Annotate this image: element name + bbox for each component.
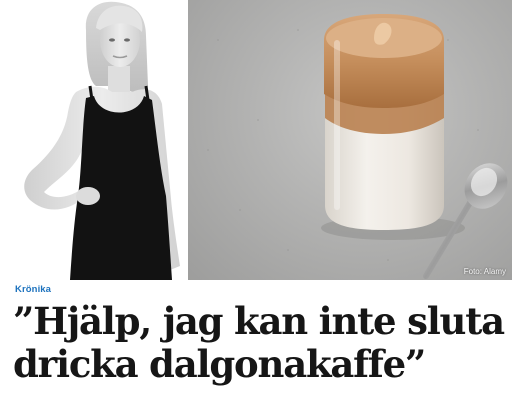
columnist-portrait	[0, 0, 188, 280]
article-headline[interactable]: ”Hjälp, jag kan inte sluta dricka dalgon…	[13, 300, 505, 386]
photo-credit: Foto: Alamy	[463, 267, 506, 276]
dalgona-coffee-photo: Foto: Alamy	[188, 0, 512, 280]
article-teaser[interactable]: Foto: Alamy Krönika ”Hjälp, jag kan inte…	[0, 0, 512, 400]
section-label[interactable]: Krönika	[15, 284, 51, 295]
hero-image[interactable]: Foto: Alamy	[0, 0, 512, 280]
